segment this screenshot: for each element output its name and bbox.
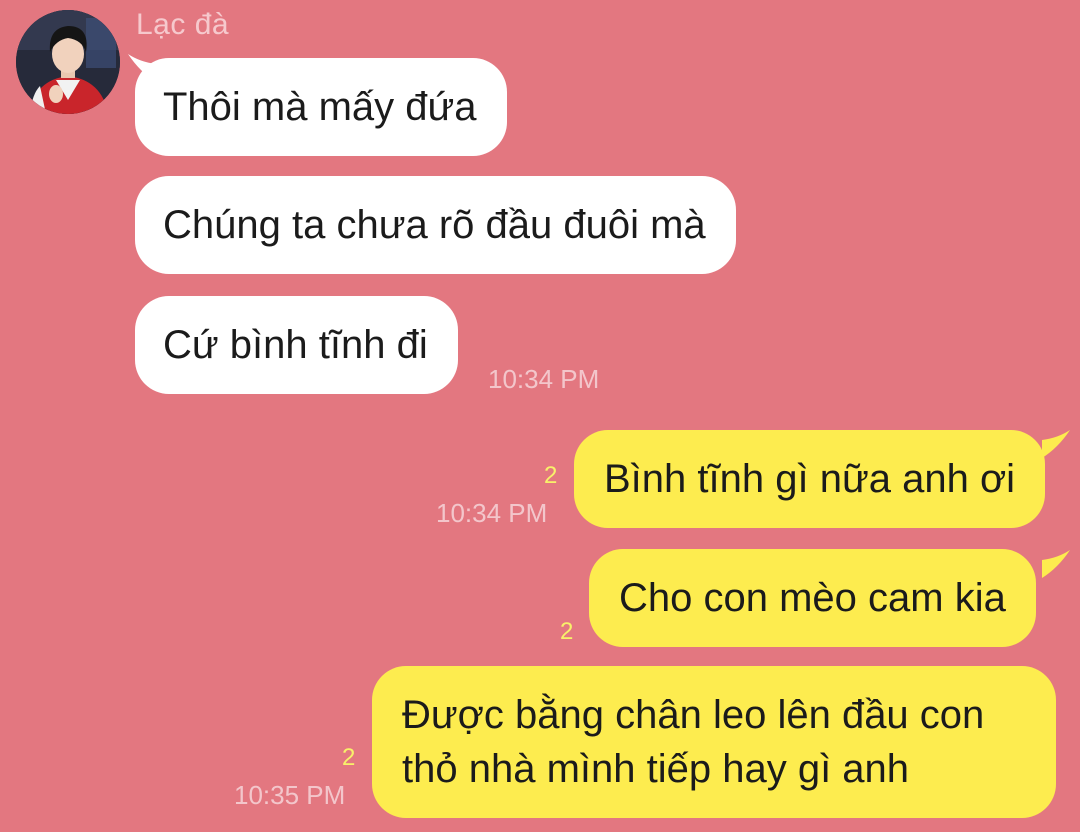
message-text: Cứ bình tĩnh đi xyxy=(163,323,428,367)
message-text: Được bằng chân leo lên đầu con thỏ nhà m… xyxy=(402,693,985,791)
outgoing-bubble-tail xyxy=(1042,550,1070,578)
outgoing-message[interactable]: Được bằng chân leo lên đầu con thỏ nhà m… xyxy=(372,666,1056,818)
avatar-photo xyxy=(16,10,120,114)
message-text: Chúng ta chưa rõ đầu đuôi mà xyxy=(163,203,706,247)
message-text: Cho con mèo cam kia xyxy=(619,576,1006,620)
outgoing-message[interactable]: Bình tĩnh gì nữa anh ơi xyxy=(574,430,1046,528)
message-timestamp: 10:35 PM xyxy=(234,780,346,810)
message-timestamp: 10:34 PM xyxy=(488,364,600,394)
outgoing-message[interactable]: Cho con mèo cam kia xyxy=(589,549,1036,647)
incoming-message[interactable]: Cứ bình tĩnh đi xyxy=(135,296,458,394)
sender-name: Lạc đà xyxy=(136,8,230,41)
message-text: Bình tĩnh gì nữa anh ơi xyxy=(604,457,1016,501)
message-text: Thôi mà mấy đứa xyxy=(163,85,477,129)
incoming-message[interactable]: Thôi mà mấy đứa xyxy=(135,58,507,156)
unread-count: 2 xyxy=(560,618,574,645)
unread-count: 2 xyxy=(544,462,558,489)
incoming-message[interactable]: Chúng ta chưa rõ đầu đuôi mà xyxy=(135,176,736,274)
unread-count: 2 xyxy=(342,744,356,771)
chat-view: Lạc đà Thôi mà mấy đứa Chúng ta chưa rõ … xyxy=(0,0,1080,832)
message-timestamp: 10:34 PM xyxy=(436,498,548,528)
sender-avatar[interactable] xyxy=(16,10,120,114)
outgoing-bubble-tail xyxy=(1042,430,1070,458)
